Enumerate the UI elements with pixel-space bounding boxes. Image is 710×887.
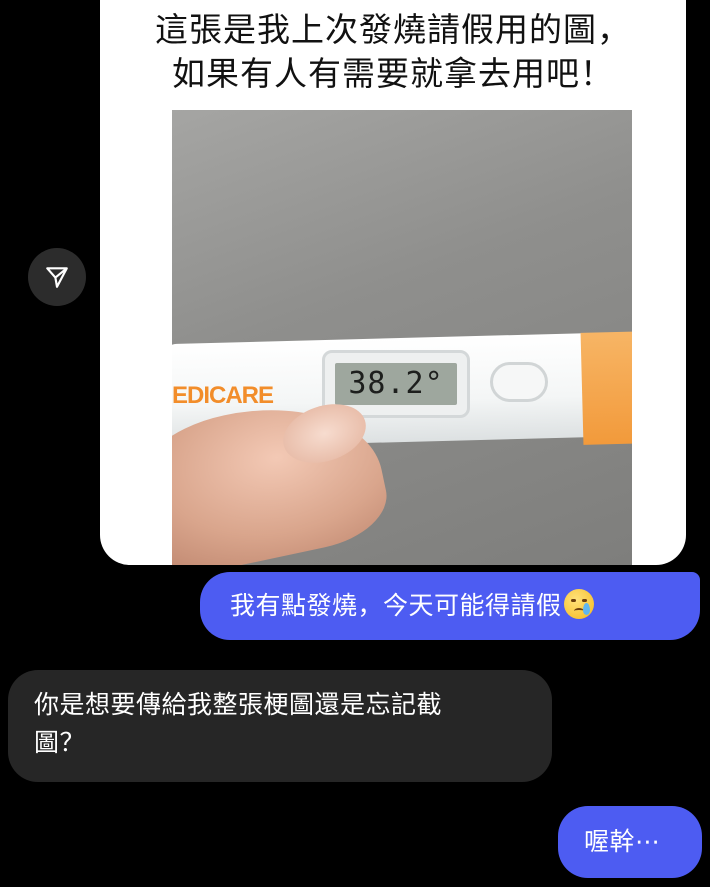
crying-face-emoji-icon <box>563 589 594 619</box>
thermometer-reading: 38.2° <box>335 363 457 405</box>
message-sent-1[interactable]: 我有點發燒，今天可能得請假 <box>200 572 700 640</box>
thermometer-cap <box>580 331 632 445</box>
paper-plane-icon <box>46 267 68 288</box>
message-text: 我有點發燒，今天可能得請假 <box>230 591 562 620</box>
thermometer-brand: EDICARE <box>172 382 274 409</box>
post-caption: 這張是我上次發燒請假用的圖， 如果有人有需要就拿去用吧！ <box>100 8 686 96</box>
message-received-1[interactable]: 你是想要傳給我整張梗圖還是忘記截 圖？ <box>8 670 552 782</box>
message-text-line-2: 圖？ <box>34 728 86 757</box>
message-sent-2[interactable]: 喔幹⋯ <box>558 806 702 878</box>
message-text-line-1: 你是想要傳給我整張梗圖還是忘記截 <box>34 690 443 719</box>
message-text: 喔幹⋯ <box>584 827 661 856</box>
shared-post-card[interactable]: 這張是我上次發燒請假用的圖， 如果有人有需要就拿去用吧！ EDICARE 38.… <box>100 0 686 565</box>
post-caption-line-1: 這張是我上次發燒請假用的圖， <box>155 10 631 49</box>
chat-screen: 這張是我上次發燒請假用的圖， 如果有人有需要就拿去用吧！ EDICARE 38.… <box>0 0 710 887</box>
share-button[interactable] <box>28 248 86 306</box>
thermometer-photo[interactable]: EDICARE 38.2° <box>172 110 632 565</box>
post-caption-line-2: 如果有人有需要就拿去用吧！ <box>172 54 614 93</box>
thermometer-power-button <box>490 362 548 402</box>
